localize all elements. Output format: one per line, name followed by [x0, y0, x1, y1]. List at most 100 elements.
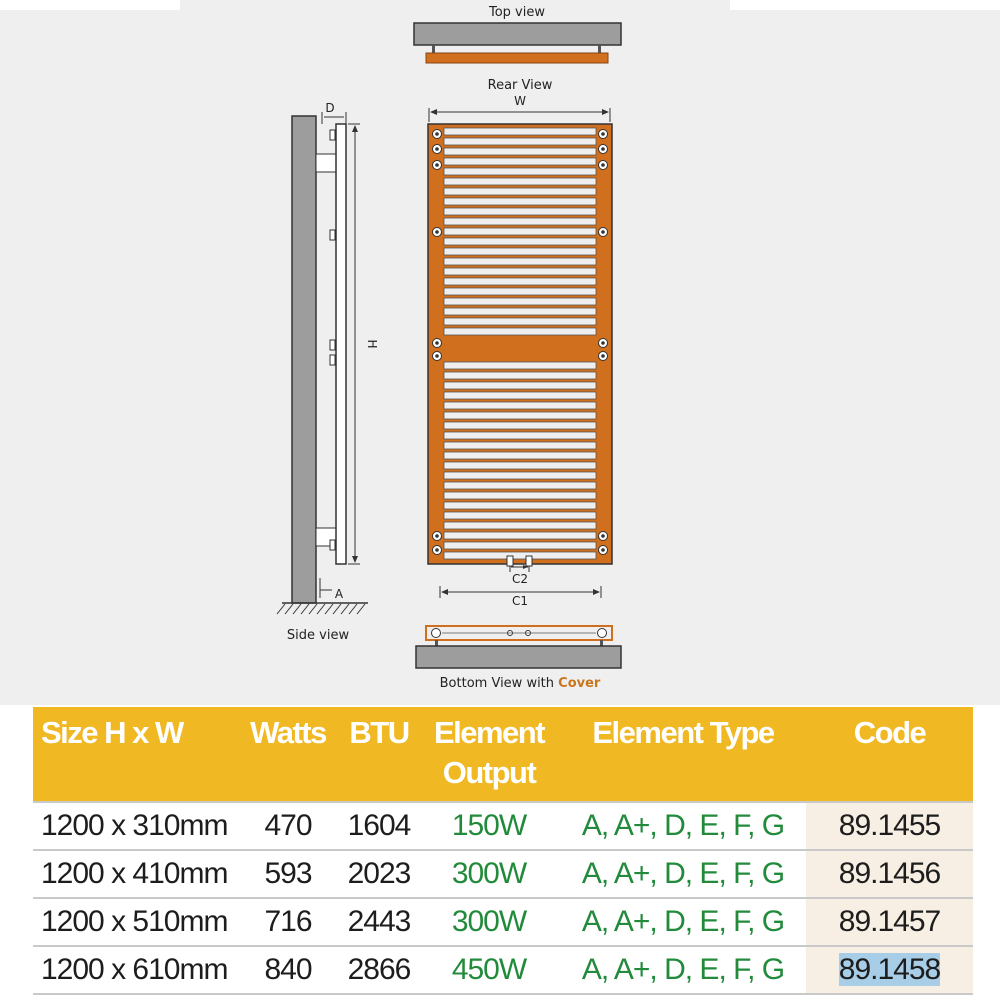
side-view-bracket: [315, 153, 337, 173]
floor-hatching: [276, 603, 366, 615]
bottom-view-drawing: Bottom View with Cover: [415, 625, 622, 691]
radiator-rung: [443, 127, 597, 136]
radiator-rung: [443, 217, 597, 226]
radiator-rung: [443, 247, 597, 256]
cell-element-type: A, A+, D, E, F, G: [560, 945, 806, 995]
radiator-rung: [443, 381, 597, 390]
cell-element-output: 450W: [418, 945, 560, 995]
top-view-wall: [413, 22, 622, 46]
radiator-rung: [443, 541, 597, 550]
rear-view-dimension-c: C2 C1: [439, 565, 602, 608]
cell-element-output: 300W: [418, 897, 560, 946]
dimension-a-label: A: [335, 587, 344, 601]
table-row: 1200 x 610mm 840 2866 450W A, A+, D, E, …: [33, 945, 973, 995]
radiator-rung: [443, 451, 597, 460]
radiator-rung: [443, 441, 597, 450]
radiator-rung: [443, 371, 597, 380]
radiator-rung: [443, 551, 597, 560]
cell-code[interactable]: 89.1457: [806, 897, 973, 946]
radiator-rung: [443, 401, 597, 410]
cell-size: 1200 x 610mm: [33, 945, 236, 995]
radiator-rung: [443, 237, 597, 246]
bottom-view-label: Bottom View with Cover: [440, 676, 601, 691]
cell-watts: 840: [236, 945, 340, 995]
dimension-w-label: W: [514, 94, 526, 108]
radiator-rung: [443, 491, 597, 500]
header-btu: BTU: [340, 707, 418, 802]
cell-element-type: A, A+, D, E, F, G: [560, 849, 806, 898]
valve-connector: [506, 555, 514, 567]
rear-view-label: Rear View: [488, 78, 553, 93]
cell-size: 1200 x 510mm: [33, 897, 236, 946]
radiator-rung: [443, 421, 597, 430]
header-element-output-line2: Output: [442, 755, 537, 790]
cell-watts: 593: [236, 849, 340, 898]
cell-code[interactable]: 89.1455: [806, 801, 973, 850]
table-header-row: Size H x W Watts BTU Element Output Eleme…: [33, 707, 973, 802]
radiator-rung: [443, 521, 597, 530]
cell-code[interactable]: 89.1456: [806, 849, 973, 898]
radiator-rung: [443, 297, 597, 306]
radiator-rung: [443, 361, 597, 370]
radiator-rung: [443, 411, 597, 420]
radiator-rung: [443, 531, 597, 540]
radiator-rung: [443, 137, 597, 146]
cell-btu: 2023: [340, 849, 418, 898]
cell-size: 1200 x 410mm: [33, 849, 236, 898]
radiator-rung: [443, 481, 597, 490]
radiator-rung: [443, 187, 597, 196]
header-code: Code: [806, 707, 973, 802]
radiator-rung: [443, 157, 597, 166]
table-row: 1200 x 510mm 716 2443 300W A, A+, D, E, …: [33, 897, 973, 946]
radiator-rung: [443, 391, 597, 400]
radiator-rung: [443, 307, 597, 316]
cell-code-selected[interactable]: 89.1458: [806, 945, 973, 995]
side-view-wall: [291, 115, 317, 604]
top-view-label: Top view: [488, 5, 545, 20]
top-view-drawing: Top view: [413, 5, 622, 64]
radiator-rung: [443, 471, 597, 480]
radiator-rung: [443, 287, 597, 296]
selected-code-text[interactable]: 89.1458: [838, 953, 941, 986]
radiator-rung: [443, 267, 597, 276]
cell-watts: 716: [236, 897, 340, 946]
radiator-rung: [443, 227, 597, 236]
cell-element-type: A, A+, D, E, F, G: [560, 897, 806, 946]
cell-watts: 470: [236, 801, 340, 850]
rear-view-dimension-w: Rear View W: [428, 78, 611, 122]
cell-btu: 1604: [340, 801, 418, 850]
rear-view-drawing: [427, 123, 613, 567]
radiator-rung: [443, 431, 597, 440]
table-row: 1200 x 410mm 593 2023 300W A, A+, D, E, …: [33, 849, 973, 898]
side-view-drawing: D H A Side view: [276, 101, 379, 643]
dimension-h-label: H: [365, 339, 379, 348]
top-view-bracket: [432, 45, 435, 53]
dimension-c2-label: C2: [512, 572, 528, 586]
specification-table: Size H x W Watts BTU Element Output Eleme…: [33, 707, 973, 995]
radiator-technical-drawing: Top view Rear View W C2 C1 D H A Side vi…: [276, 5, 622, 691]
header-watts: Watts: [236, 707, 340, 802]
cell-element-output: 150W: [418, 801, 560, 850]
bottom-view-wall: [415, 645, 622, 669]
radiator-rung: [443, 147, 597, 156]
side-view-radiator: [335, 123, 347, 565]
bottom-view-cover-word: Cover: [558, 676, 601, 691]
radiator-rung: [443, 327, 597, 336]
radiator-rung: [443, 257, 597, 266]
header-element-type: Element Type: [560, 707, 806, 802]
header-element-output-line1: Element: [433, 715, 546, 750]
radiator-rung: [443, 501, 597, 510]
valve-connector: [525, 555, 533, 567]
cell-element-output: 300W: [418, 849, 560, 898]
radiator-rung: [443, 511, 597, 520]
side-view-label: Side view: [287, 628, 350, 643]
top-view-bracket: [598, 45, 601, 53]
cell-element-type: A, A+, D, E, F, G: [560, 801, 806, 850]
technical-drawing-panel: Top view Rear View W C2 C1 D H A Side vi…: [0, 0, 1000, 705]
top-view-radiator: [425, 52, 609, 64]
dimension-c1-label: C1: [512, 594, 528, 608]
cell-btu: 2866: [340, 945, 418, 995]
cell-size: 1200 x 310mm: [33, 801, 236, 850]
radiator-rung: [443, 207, 597, 216]
dimension-d-label: D: [325, 101, 334, 115]
